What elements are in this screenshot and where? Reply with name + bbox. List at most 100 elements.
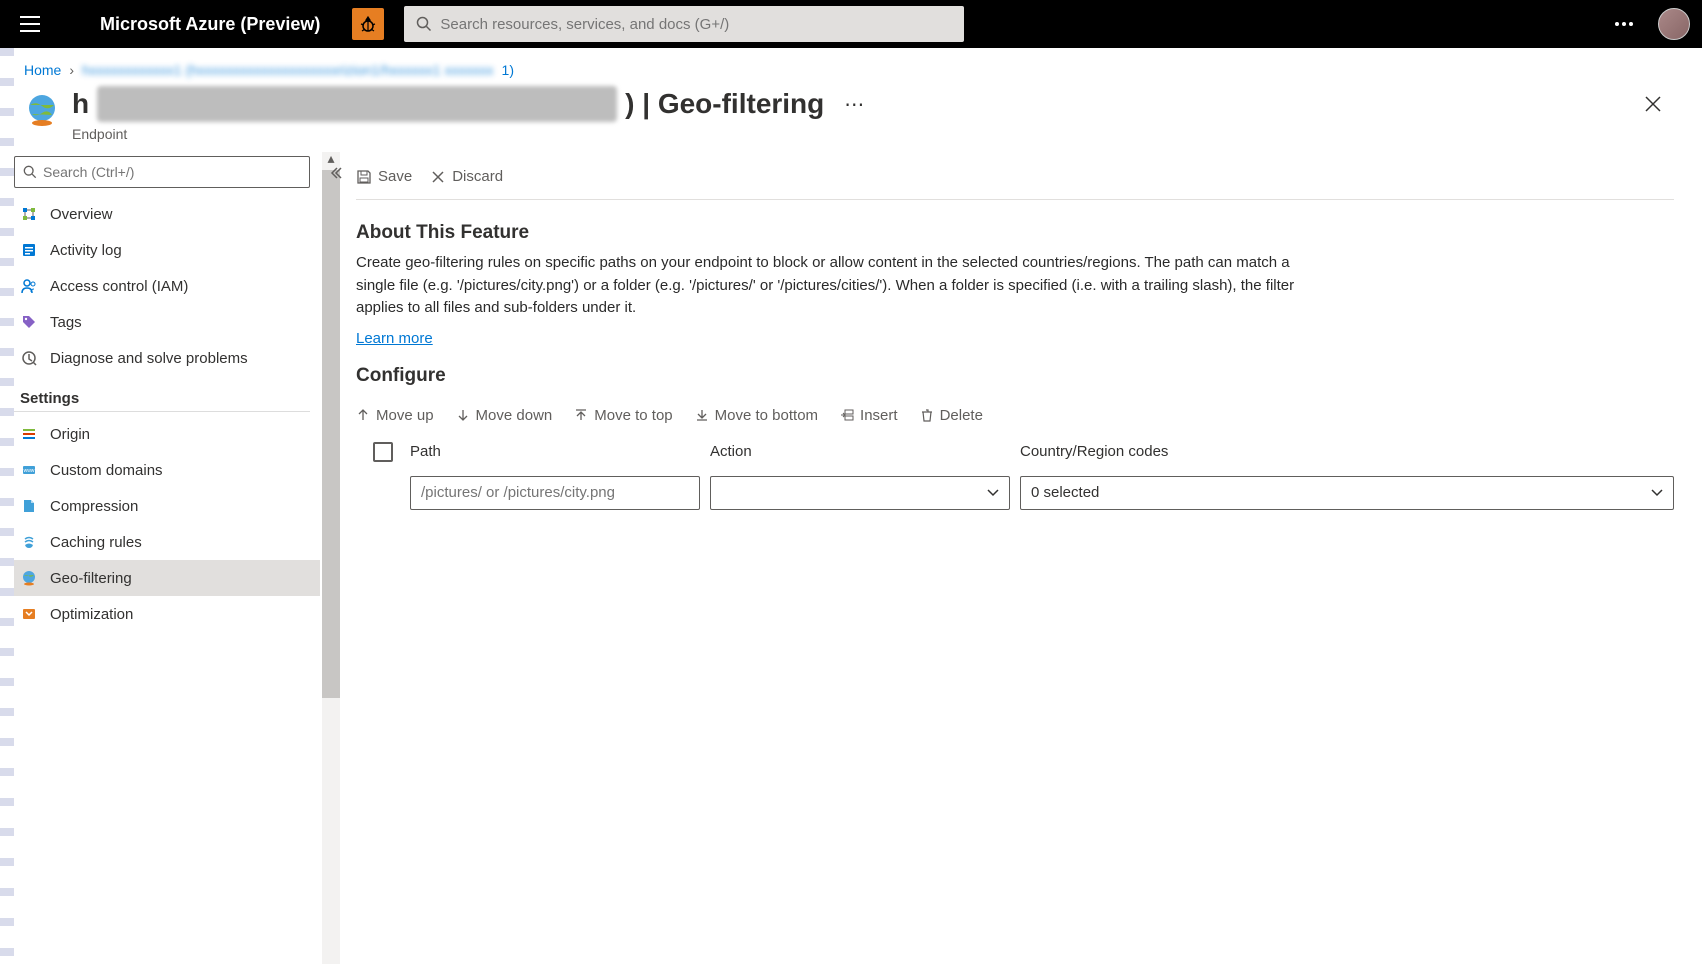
compression-icon [20,497,38,515]
sidebar-item-label: Origin [50,426,90,443]
sidebar-item-geo-filtering[interactable]: Geo-filtering [14,560,320,596]
arrow-top-icon [574,408,588,422]
save-button[interactable]: Save [356,168,412,185]
collapse-sidebar-icon[interactable] [328,166,342,180]
sidebar-item-label: Caching rules [50,534,142,551]
global-search-input[interactable] [440,16,952,33]
activity-log-icon [20,241,38,259]
learn-more-link[interactable]: Learn more [356,330,433,347]
breadcrumb: Home › hxxxxxxxxxxxx1 (hxxxxxxxxxxxxxxxx… [0,48,1702,82]
caching-icon [20,533,38,551]
hamburger-menu-icon[interactable] [12,8,48,40]
arrow-up-icon [356,408,370,422]
sidebar-item-label: Compression [50,498,138,515]
move-down-button[interactable]: Move down [456,407,553,424]
sidebar-item-custom-domains[interactable]: www Custom domains [14,452,320,488]
configure-heading: Configure [356,365,1674,387]
move-to-top-button[interactable]: Move to top [574,407,672,424]
insert-icon [840,408,854,422]
sidebar-item-tags[interactable]: Tags [14,304,320,340]
sidebar-search[interactable] [14,156,310,188]
sidebar-item-overview[interactable]: Overview [14,196,320,232]
close-icon[interactable] [1636,91,1670,117]
origin-icon [20,425,38,443]
chevron-down-icon [987,489,999,497]
save-icon [356,169,372,185]
tags-icon [20,313,38,331]
path-input-wrapper[interactable] [410,476,700,510]
page-title-prefix: h [72,88,89,120]
sidebar-item-access-control[interactable]: Access control (IAM) [14,268,320,304]
top-bar: Microsoft Azure (Preview) [0,0,1702,48]
chevron-right-icon: › [69,62,74,78]
bug-icon[interactable] [352,8,384,40]
chevron-down-icon [1651,489,1663,497]
sidebar-item-compression[interactable]: Compression [14,488,320,524]
delete-button[interactable]: Delete [920,407,983,424]
table-header: Path Action Country/Region codes [356,434,1674,470]
page-toolbar: Save Discard [356,162,1674,200]
discard-icon [430,169,446,185]
breadcrumb-home[interactable]: Home [24,62,61,78]
domains-icon: www [20,461,38,479]
sidebar-item-label: Custom domains [50,462,163,479]
sidebar-item-label: Geo-filtering [50,570,132,587]
sidebar: Overview Activity log Access control (IA… [0,152,320,964]
action-select[interactable] [710,476,1010,510]
search-icon [23,165,37,179]
discard-button[interactable]: Discard [430,168,503,185]
main-content: Save Discard About This Feature Create g… [320,152,1702,964]
about-heading: About This Feature [356,222,1674,244]
breadcrumb-item-redacted[interactable]: hxxxxxxxxxxxx1 (hxxxxxxxxxxxxxxxxxxxxriz… [82,62,494,78]
path-input[interactable] [421,484,689,501]
sidebar-item-label: Diagnose and solve problems [50,350,248,367]
sidebar-item-caching-rules[interactable]: Caching rules [14,524,320,560]
column-action: Action [710,443,1020,460]
column-path: Path [410,443,710,460]
geo-icon [20,569,38,587]
sidebar-item-activity-log[interactable]: Activity log [14,232,320,268]
sidebar-item-label: Optimization [50,606,133,623]
country-select[interactable]: 0 selected [1020,476,1674,510]
configure-toolbar: Move up Move down Move to top Move to bo… [356,397,1674,434]
arrow-down-icon [456,408,470,422]
page-title-suffix: ) | Geo-filtering [625,88,824,120]
sidebar-search-input[interactable] [43,164,301,180]
sidebar-item-label: Tags [50,314,82,331]
column-country: Country/Region codes [1020,443,1674,460]
sidebar-item-label: Activity log [50,242,122,259]
svg-text:www: www [24,468,35,474]
topbar-more-icon[interactable] [1606,13,1642,35]
diagnose-icon [20,349,38,367]
iam-icon [20,277,38,295]
table-row: 0 selected [356,470,1674,516]
page-title-redacted [97,86,617,122]
country-value: 0 selected [1031,484,1099,501]
search-icon [416,16,432,32]
global-search[interactable] [404,6,964,42]
optimization-icon [20,605,38,623]
sidebar-item-optimization[interactable]: Optimization [14,596,320,632]
sidebar-section-settings: Settings [14,376,310,412]
discard-label: Discard [452,168,503,185]
user-avatar[interactable] [1658,8,1690,40]
sidebar-item-diagnose[interactable]: Diagnose and solve problems [14,340,320,376]
sidebar-item-label: Overview [50,206,113,223]
overview-icon [20,205,38,223]
delete-icon [920,408,934,422]
page-header: h ) | Geo-filtering ⋯ Endpoint [0,82,1702,152]
select-all-checkbox[interactable] [373,442,393,462]
save-label: Save [378,168,412,185]
about-text: Create geo-filtering rules on specific p… [356,252,1316,320]
sidebar-item-origin[interactable]: Origin [14,416,320,452]
arrow-bottom-icon [695,408,709,422]
move-to-bottom-button[interactable]: Move to bottom [695,407,818,424]
move-up-button[interactable]: Move up [356,407,434,424]
globe-icon [24,92,60,128]
insert-button[interactable]: Insert [840,407,898,424]
breadcrumb-suffix: 1) [502,62,514,78]
brand-title: Microsoft Azure (Preview) [100,14,320,35]
page-more-icon[interactable]: ⋯ [844,92,866,117]
sidebar-item-label: Access control (IAM) [50,278,188,295]
page-subtitle: Endpoint [72,126,1678,142]
